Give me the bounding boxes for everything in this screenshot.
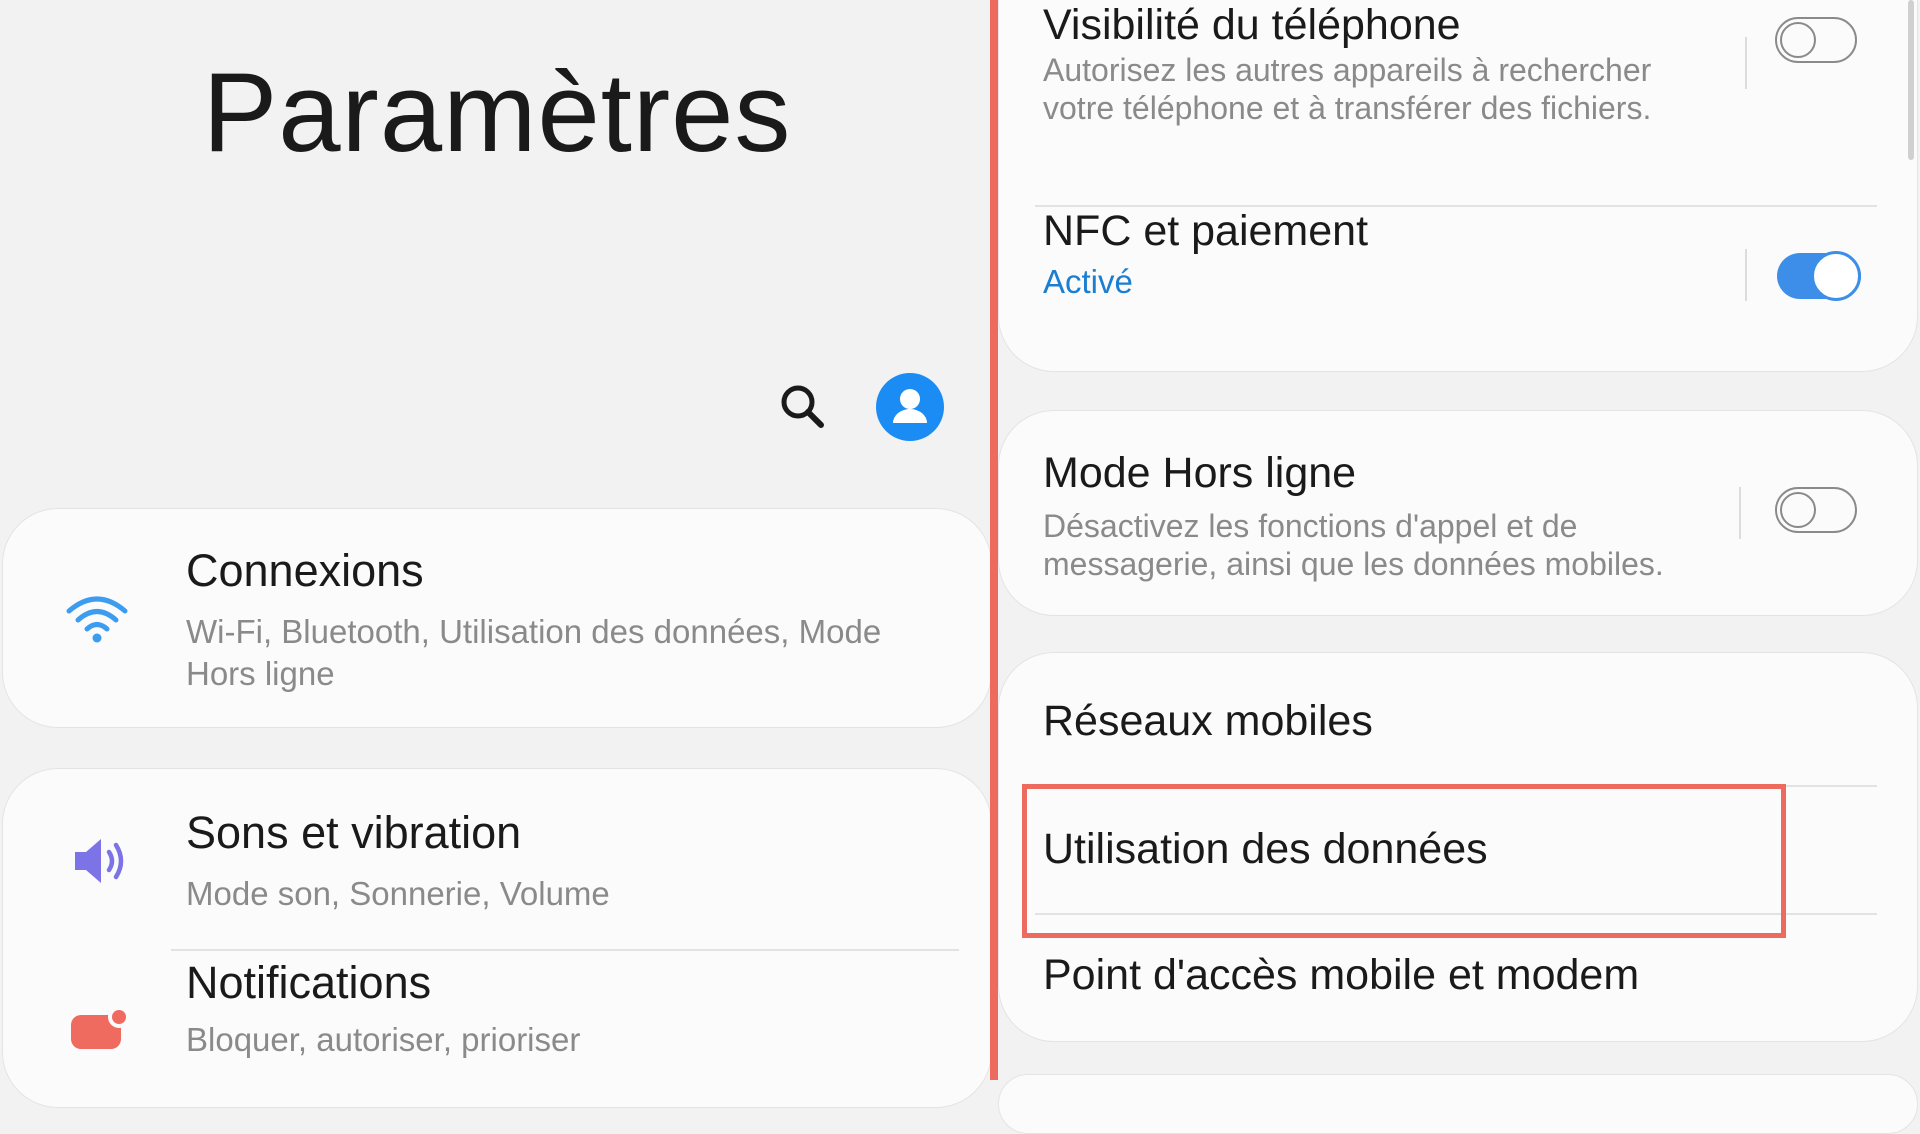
page-title: Paramètres <box>202 50 792 175</box>
wifi-icon <box>66 596 128 643</box>
connexions-desc: Wi-Fi, Bluetooth, Utilisation des donnée… <box>186 613 882 692</box>
search-icon <box>781 385 824 428</box>
sons-notifications-card: Sons et vibration Mode son, Sonnerie, Vo… <box>2 768 992 1108</box>
toggle-knob <box>1811 251 1861 301</box>
airplane-desc: Désactivez les fonctions d'appel et de m… <box>1043 508 1664 582</box>
notifications-item[interactable]: Notifications Bloquer, autoriser, priori… <box>3 951 993 1109</box>
nfc-toggle[interactable] <box>1777 251 1861 301</box>
sons-desc: Mode son, Sonnerie, Volume <box>186 875 610 912</box>
visibility-item[interactable]: Visibilité du téléphone Autorisez les au… <box>999 1 1919 205</box>
panel-separator <box>990 0 998 1080</box>
account-icon <box>893 389 927 423</box>
divider <box>1739 487 1741 539</box>
settings-home-panel: Paramètres Connexions Wi-Fi, Bluetooth, … <box>0 0 994 1108</box>
sons-item[interactable]: Sons et vibration Mode son, Sonnerie, Vo… <box>3 769 993 949</box>
nfc-item[interactable]: NFC et paiement Activé <box>999 207 1919 373</box>
connexions-card[interactable]: Connexions Wi-Fi, Bluetooth, Utilisation… <box>2 508 992 728</box>
next-card <box>998 1074 1918 1134</box>
highlight-box <box>1022 784 1786 938</box>
airplane-card[interactable]: Mode Hors ligne Désactivez les fonctions… <box>998 410 1918 616</box>
connexions-label: Connexions <box>186 545 424 596</box>
notification-icon <box>71 1006 130 1049</box>
search-button[interactable] <box>778 382 828 432</box>
airplane-toggle[interactable] <box>1775 487 1857 533</box>
scrollbar-thumb[interactable] <box>1908 0 1914 160</box>
toggle-knob <box>1780 22 1816 58</box>
mobile-networks-label: Réseaux mobiles <box>1043 697 1373 745</box>
airplane-label: Mode Hors ligne <box>1043 449 1357 497</box>
nfc-status: Activé <box>1043 263 1133 300</box>
speaker-icon <box>75 839 124 883</box>
notifications-label: Notifications <box>186 957 432 1008</box>
nfc-label: NFC et paiement <box>1043 207 1369 255</box>
account-button[interactable] <box>876 373 944 441</box>
mobile-networks-item[interactable]: Réseaux mobiles <box>999 653 1919 785</box>
notifications-desc: Bloquer, autoriser, prioriser <box>186 1021 581 1058</box>
visibility-nfc-card: Visibilité du téléphone Autorisez les au… <box>998 0 1918 372</box>
visibility-label: Visibilité du téléphone <box>1043 1 1461 49</box>
sons-label: Sons et vibration <box>186 807 522 858</box>
visibility-toggle[interactable] <box>1775 17 1857 63</box>
hotspot-label: Point d'accès mobile et modem <box>1043 951 1640 999</box>
divider <box>1745 37 1747 89</box>
divider <box>1745 249 1747 301</box>
visibility-desc: Autorisez les autres appareils à recherc… <box>1043 52 1652 126</box>
toggle-knob <box>1780 492 1816 528</box>
